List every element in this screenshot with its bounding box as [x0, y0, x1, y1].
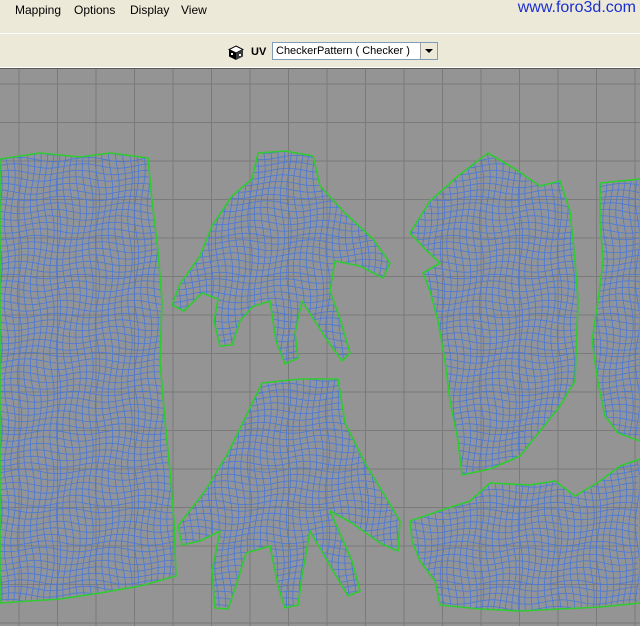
- toolbar-separator: [0, 33, 640, 34]
- menu-item-display[interactable]: Display: [130, 3, 169, 17]
- uv-canvas[interactable]: [0, 69, 640, 626]
- uv-label: UV: [251, 46, 267, 58]
- texture-cube-icon[interactable]: [228, 45, 244, 61]
- watermark-text: www.foro3d.com: [517, 0, 636, 16]
- texture-select[interactable]: CheckerPattern ( Checker ): [272, 42, 438, 60]
- texture-select-value: CheckerPattern ( Checker ): [276, 45, 410, 57]
- torso-front-shell[interactable]: [0, 151, 178, 604]
- dropdown-button[interactable]: [420, 43, 437, 59]
- menu-item-mapping[interactable]: Mapping: [15, 3, 61, 17]
- menu-bar: : Mapping Options Display View www.foro3…: [0, 0, 640, 22]
- uv-toolbar: UV CheckerPattern ( Checker ): [0, 21, 640, 67]
- menu-item-view[interactable]: View: [181, 3, 207, 17]
- uv-viewport[interactable]: [0, 68, 640, 626]
- menu-item-options[interactable]: Options: [74, 3, 115, 17]
- chevron-down-icon: [425, 49, 433, 53]
